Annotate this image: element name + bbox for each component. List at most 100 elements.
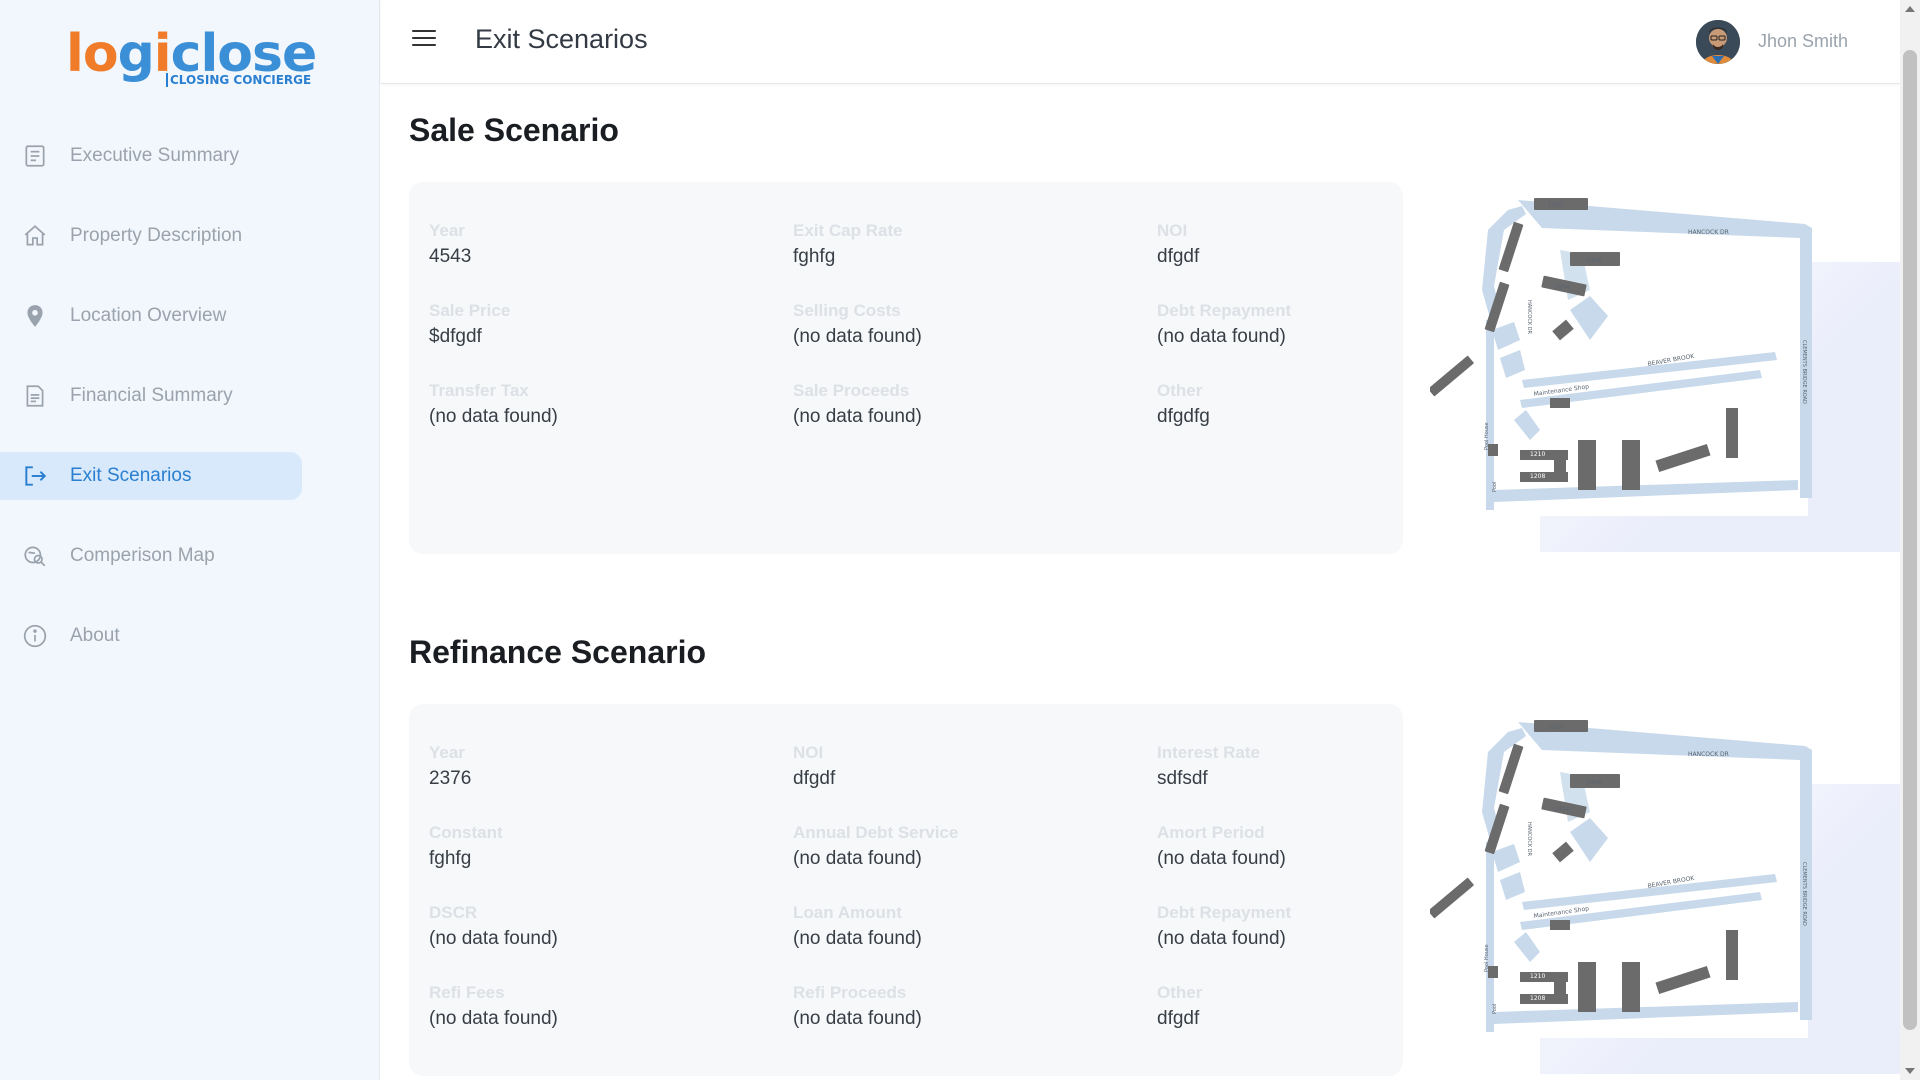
svg-text:1210: 1210 — [1530, 973, 1545, 980]
field-label: Sale Price — [429, 301, 511, 320]
refi-field-dscr: DSCR (no data found) — [429, 902, 769, 951]
sale-field-year: Year 4543 — [429, 220, 769, 269]
svg-text:CLEMENTS BRIDGE ROAD: CLEMENTS BRIDGE ROAD — [1801, 862, 1807, 926]
svg-text:1208: 1208 — [1530, 995, 1545, 1002]
sidebar: logiclose CLOSING CONCIERGE Executive Su… — [0, 0, 380, 1080]
field-label: Loan Amount — [793, 903, 902, 922]
sale-field-sale-price: Sale Price $dfgdf — [429, 300, 769, 349]
refinance-scenario-title: Refinance Scenario — [409, 634, 706, 670]
sale-field-exit-cap-rate: Exit Cap Rate fghfg — [793, 220, 1133, 269]
logo-tagline: CLOSING CONCIERGE — [166, 73, 311, 87]
map-search-icon — [22, 543, 48, 569]
sale-field-selling-costs: Selling Costs (no data found) — [793, 300, 1133, 349]
document-icon — [22, 143, 48, 169]
sidebar-item-about[interactable]: About — [0, 612, 302, 660]
sidebar-item-financial-summary[interactable]: Financial Summary — [0, 372, 302, 420]
field-value: dfgdf — [793, 768, 836, 789]
field-label: Selling Costs — [793, 301, 901, 320]
sidebar-item-label: Property Description — [70, 225, 243, 246]
field-label: Exit Cap Rate — [793, 221, 903, 240]
field-value: (no data found) — [793, 406, 922, 427]
field-value: (no data found) — [429, 1008, 558, 1029]
sale-field-sale-proceeds: Sale Proceeds (no data found) — [793, 380, 1133, 429]
user-name[interactable]: Jhon Smith — [1758, 31, 1848, 52]
svg-text:1208: 1208 — [1530, 473, 1545, 480]
field-label: Refi Fees — [429, 983, 505, 1002]
refinance-scenario-card: Year 2376 NOI dfgdf Interest Rate sdfsdf… — [409, 704, 1403, 1076]
svg-text:1210: 1210 — [1530, 451, 1545, 458]
refi-field-year: Year 2376 — [429, 742, 769, 791]
sidebar-item-property-description[interactable]: Property Description — [0, 212, 302, 260]
sale-field-transfer-tax: Transfer Tax (no data found) — [429, 380, 769, 429]
field-value: fghfg — [429, 848, 472, 869]
info-icon — [22, 623, 48, 649]
scrollbar-thumb[interactable] — [1903, 50, 1917, 1030]
sidebar-item-label: Executive Summary — [70, 145, 239, 166]
svg-text:Pool House: Pool House — [1484, 422, 1490, 450]
svg-text:1404: 1404 — [1554, 806, 1569, 813]
svg-text:HANCOCK DR: HANCOCK DR — [1688, 751, 1729, 758]
sidebar-item-exit-scenarios[interactable]: Exit Scenarios — [0, 452, 302, 500]
refi-field-refi-proceeds: Refi Proceeds (no data found) — [793, 982, 1133, 1031]
field-value: 2376 — [429, 768, 472, 789]
field-value: (no data found) — [793, 928, 922, 949]
refi-field-constant: Constant fghfg — [429, 822, 769, 871]
svg-text:1507: 1507 — [1548, 202, 1563, 209]
field-value: (no data found) — [793, 326, 922, 347]
field-label: DSCR — [429, 903, 478, 922]
field-value: $dfgdf — [429, 326, 482, 347]
svg-text:HANCOCK DR: HANCOCK DR — [1526, 300, 1532, 335]
svg-text:1306: 1306 — [1586, 257, 1601, 264]
location-pin-icon — [22, 303, 48, 329]
svg-text:1306: 1306 — [1586, 779, 1601, 786]
field-value: (no data found) — [793, 1008, 922, 1029]
field-value: (no data found) — [429, 928, 558, 949]
sidebar-item-label: Comperison Map — [70, 545, 215, 566]
svg-text:Pool: Pool — [1492, 482, 1498, 492]
sidebar-item-location-overview[interactable]: Location Overview — [0, 292, 302, 340]
field-label: Sale Proceeds — [793, 381, 910, 400]
page-title: Exit Scenarios — [475, 24, 648, 54]
field-label: Transfer Tax — [429, 381, 529, 400]
field-label: Refi Proceeds — [793, 983, 907, 1002]
svg-text:Pool: Pool — [1492, 1004, 1498, 1014]
sidebar-item-label: Location Overview — [70, 305, 227, 326]
sale-site-map: 1507 1306 1404 HANCOCK DR BEAVER BROOK M… — [1430, 190, 1900, 560]
sidebar-item-label: About — [70, 625, 120, 646]
scroll-up-arrow-icon[interactable] — [1905, 6, 1915, 12]
field-label: Year — [429, 743, 465, 762]
site-plan-image: 1507 1306 1404 HANCOCK DR BEAVER BROOK M… — [1430, 718, 1812, 1038]
svg-text:Pool House: Pool House — [1484, 944, 1490, 972]
sale-scenario-title: Sale Scenario — [409, 112, 619, 148]
report-icon — [22, 383, 48, 409]
sidebar-item-comperison-map[interactable]: Comperison Map — [0, 532, 302, 580]
exit-icon — [22, 463, 48, 489]
refinance-site-map: 1507 1306 1404 HANCOCK DR BEAVER BROOK M… — [1430, 712, 1900, 1080]
field-value: (no data found) — [793, 848, 922, 869]
svg-text:1507: 1507 — [1548, 724, 1563, 731]
field-value: fghfg — [793, 246, 836, 267]
refi-field-loan-amount: Loan Amount (no data found) — [793, 902, 1133, 951]
refi-field-annual-debt-service: Annual Debt Service (no data found) — [793, 822, 1133, 871]
top-header: Exit Scenarios Jhon Smith — [381, 0, 1900, 84]
svg-text:1404: 1404 — [1554, 284, 1569, 291]
field-label: Constant — [429, 823, 503, 842]
field-value: 4543 — [429, 246, 472, 267]
page-scrollbar[interactable] — [1900, 0, 1920, 1080]
sidebar-item-label: Exit Scenarios — [70, 465, 192, 486]
scroll-down-arrow-icon[interactable] — [1905, 1068, 1915, 1074]
svg-text:CLEMENTS BRIDGE ROAD: CLEMENTS BRIDGE ROAD — [1801, 340, 1807, 404]
field-label: Annual Debt Service — [793, 823, 959, 842]
sale-scenario-card: Year 4543 Exit Cap Rate fghfg NOI dfgdf … — [409, 182, 1403, 554]
refi-field-refi-fees: Refi Fees (no data found) — [429, 982, 769, 1031]
sidebar-item-executive-summary[interactable]: Executive Summary — [0, 132, 302, 180]
refi-field-noi: NOI dfgdf — [793, 742, 1133, 791]
svg-text:HANCOCK DR: HANCOCK DR — [1688, 229, 1729, 236]
menu-icon[interactable] — [412, 30, 436, 50]
home-icon — [22, 223, 48, 249]
site-plan-image: 1507 1306 1404 HANCOCK DR BEAVER BROOK M… — [1430, 196, 1812, 516]
field-value: (no data found) — [429, 406, 558, 427]
logo[interactable]: logiclose CLOSING CONCIERGE — [66, 26, 317, 94]
field-label: Year — [429, 221, 465, 240]
avatar[interactable] — [1696, 20, 1740, 64]
